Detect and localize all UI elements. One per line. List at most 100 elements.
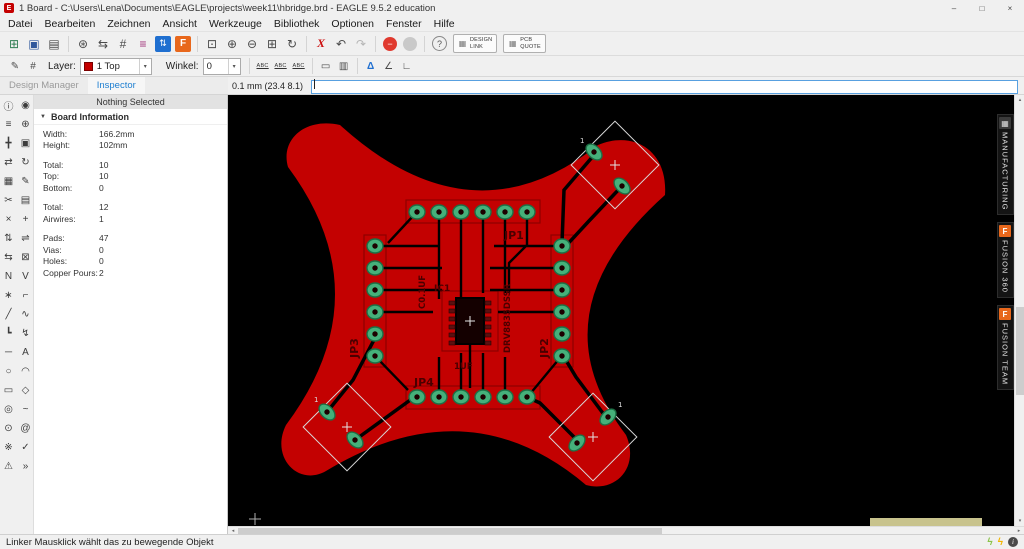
pad[interactable] [366, 348, 384, 364]
board-svg[interactable]: JP1 JP2 JP3 JP4 IC1 DRV8835DSSR C0.1UF 1… [228, 95, 996, 526]
board-information-header[interactable]: ▼ Board Information [34, 109, 227, 125]
tool-paste-icon[interactable]: ▤ [18, 193, 33, 208]
zoom-out-icon[interactable]: ⊖ [242, 34, 262, 54]
scroll-up-arrow[interactable]: ▴ [1015, 95, 1024, 105]
layer-settings-icon[interactable]: ≡ [133, 34, 153, 54]
tool-change-icon[interactable]: ✎ [18, 174, 33, 189]
open-board-icon[interactable]: ⊞ [4, 34, 24, 54]
scroll-down-arrow[interactable]: ▾ [1015, 516, 1024, 526]
pad[interactable] [553, 260, 571, 276]
pad[interactable] [366, 304, 384, 320]
tool-polygon-icon[interactable]: ◇ [18, 383, 33, 398]
pad-shape-icon[interactable]: ▥ [335, 57, 353, 75]
fusion-sync-icon[interactable]: ⇅ [153, 34, 173, 54]
redo-icon[interactable]: ↷ [351, 34, 371, 54]
tool-rect-icon[interactable]: ▭ [1, 383, 16, 398]
tool-optimize-icon[interactable]: ∿ [18, 307, 33, 322]
font-fixed-icon[interactable]: ABC [290, 57, 308, 75]
pad[interactable] [366, 260, 384, 276]
tool-gateswap-icon[interactable]: ⇆ [1, 250, 16, 265]
tool-wire-icon[interactable]: ─ [1, 345, 16, 360]
drc-status-icon[interactable]: ϟ [987, 537, 992, 548]
info-icon[interactable]: i [1008, 537, 1018, 547]
tool-pinswap-icon[interactable]: ⇅ [1, 231, 16, 246]
tool-signal-icon[interactable]: ~ [18, 402, 33, 417]
tool-add-icon[interactable]: + [18, 212, 33, 227]
pad[interactable] [553, 238, 571, 254]
angle-mode-icon[interactable]: ∠ [380, 57, 398, 75]
tool-group-icon[interactable]: ▦ [1, 174, 16, 189]
pad[interactable] [553, 282, 571, 298]
horizontal-scrollbar[interactable]: ◂ ▸ [228, 526, 1024, 534]
vertical-scrollbar[interactable]: ▴ ▾ [1014, 95, 1024, 526]
pad[interactable] [408, 204, 426, 220]
silk-label-c1[interactable]: C0.1UF [418, 275, 428, 309]
menu-optionen[interactable]: Optionen [325, 16, 380, 31]
tool-ripup-icon[interactable]: ↯ [18, 326, 33, 341]
grid-dots-icon[interactable]: # [24, 57, 42, 75]
delta-coordinates-icon[interactable]: Δ [362, 57, 380, 75]
menu-fenster[interactable]: Fenster [380, 16, 428, 31]
tool-mark-icon[interactable]: ⊕ [18, 117, 33, 132]
pad[interactable] [496, 204, 514, 220]
fusion-publish-icon[interactable]: F [173, 34, 193, 54]
tool-delete-icon[interactable]: × [1, 212, 16, 227]
tool-copy-icon[interactable]: ▣ [18, 136, 33, 151]
zoom-redraw-icon[interactable]: ↻ [282, 34, 302, 54]
save-icon[interactable]: ▣ [24, 34, 44, 54]
undo-icon[interactable]: ↶ [331, 34, 351, 54]
pad[interactable] [452, 204, 470, 220]
tool-via-icon[interactable]: ◎ [1, 402, 16, 417]
tool-errors-icon[interactable]: ⚠ [1, 459, 16, 474]
zoom-fit-icon[interactable]: ⊡ [202, 34, 222, 54]
menu-werkzeuge[interactable]: Werkzeuge [203, 16, 268, 31]
silk-label-jp4[interactable]: JP4 [413, 376, 434, 389]
minimize-button[interactable]: – [940, 0, 968, 16]
pad[interactable] [408, 389, 426, 405]
command-line-input[interactable] [311, 80, 1018, 94]
angle-select[interactable]: 0 ▾ [202, 57, 241, 75]
tool-replace-icon[interactable]: ⇌ [18, 231, 33, 246]
tool-mirror-icon[interactable]: ⇄ [1, 155, 16, 170]
font-vector-icon[interactable]: ABC [254, 57, 272, 75]
scroll-right-arrow[interactable]: ▸ [1014, 527, 1024, 535]
horizontal-scroll-thumb[interactable] [238, 528, 662, 534]
pcb-quote-button[interactable]: ▦ PCB QUOTE [503, 34, 546, 53]
silk-label-ic1[interactable]: IC1 [434, 284, 450, 294]
help-icon[interactable]: ? [432, 36, 447, 51]
menu-bearbeiten[interactable]: Bearbeiten [39, 16, 102, 31]
tool-rotate-icon[interactable]: ↻ [18, 155, 33, 170]
tool-smash-icon[interactable]: ∗ [1, 288, 16, 303]
grid-settings-icon[interactable]: # [113, 34, 133, 54]
vertical-scroll-thumb[interactable] [1016, 307, 1024, 395]
tab-design-manager[interactable]: Design Manager [0, 77, 88, 94]
tool-name-icon[interactable]: N [1, 269, 16, 284]
close-button[interactable]: × [996, 0, 1024, 16]
tab-manufacturing[interactable]: ▦ MANUFACTURING [996, 114, 1014, 216]
cancel-command-icon[interactable]: X [311, 34, 331, 54]
zoom-select-icon[interactable]: ⊞ [262, 34, 282, 54]
tool-hole-icon[interactable]: ⊙ [1, 421, 16, 436]
tool-attribute-icon[interactable]: @ [18, 421, 33, 436]
pad[interactable] [366, 282, 384, 298]
tool-display-icon[interactable]: ≡ [1, 117, 16, 132]
tool-circle-icon[interactable]: ○ [1, 364, 16, 379]
tool-info-icon[interactable]: ⓘ [1, 98, 16, 113]
tool-split-icon[interactable]: ╱ [1, 307, 16, 322]
pad[interactable] [518, 389, 536, 405]
tab-inspector[interactable]: Inspector [87, 77, 145, 94]
pad[interactable] [430, 389, 448, 405]
orthogonal-icon[interactable]: ∟ [398, 57, 416, 75]
tab-fusion-360[interactable]: F FUSION 360 [996, 222, 1014, 299]
tool-cut-icon[interactable]: ✂ [1, 193, 16, 208]
pad[interactable] [496, 389, 514, 405]
switch-to-schematic-icon[interactable]: ⇆ [93, 34, 113, 54]
menu-hilfe[interactable]: Hilfe [428, 16, 461, 31]
font-proportional-icon[interactable]: ABC [272, 57, 290, 75]
erc-status-icon[interactable]: ϟ [998, 537, 1003, 548]
silk-label-jp1[interactable]: JP1 [503, 229, 524, 242]
pad[interactable] [553, 326, 571, 342]
silk-label-ic-value[interactable]: DRV8835DSSR [503, 283, 513, 353]
tool-ulp-icon[interactable]: » [18, 459, 33, 474]
pad[interactable] [452, 389, 470, 405]
